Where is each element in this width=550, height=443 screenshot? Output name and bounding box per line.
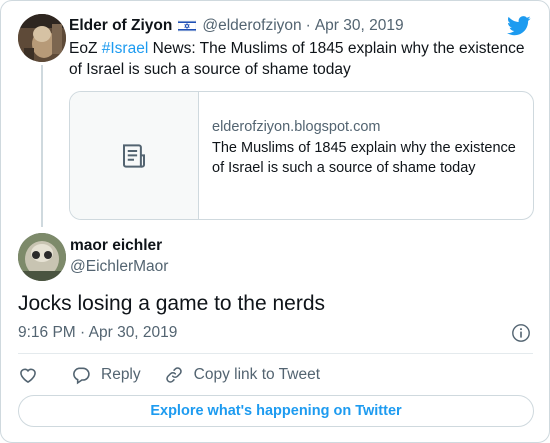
link-card-domain: elderofziyon.blogspot.com (212, 119, 381, 135)
main-author-avatar[interactable] (18, 233, 66, 281)
parent-tweet-text: EoZ #Israel News: The Muslims of 1845 ex… (69, 38, 531, 80)
copy-link-label: Copy link to Tweet (193, 366, 321, 383)
avatar-image (18, 233, 66, 281)
article-icon (123, 143, 145, 168)
link-chain-icon (165, 367, 182, 383)
twitter-bird-icon[interactable] (507, 16, 531, 36)
heart-icon (20, 368, 36, 384)
tweet-actions: Reply Copy link to Tweet (18, 363, 320, 387)
parent-author-handle[interactable]: @elderofziyon (202, 17, 301, 35)
parent-tweet-date[interactable]: Apr 30, 2019 (315, 17, 404, 35)
parent-author-avatar[interactable] (18, 14, 66, 62)
reply-button[interactable]: Reply (71, 365, 141, 385)
separator-dot: · (305, 17, 311, 34)
link-card-title: The Muslims of 1845 explain why the exis… (212, 140, 516, 176)
main-tweet-text: Jocks losing a game to the nerds (18, 292, 326, 315)
copy-link-button[interactable]: Copy link to Tweet (164, 365, 320, 385)
like-button[interactable] (18, 365, 38, 385)
parent-tweet-header: Elder of Ziyon @elderofziyon · Apr 30, 2… (69, 15, 404, 37)
divider (18, 353, 533, 354)
avatar-image (18, 14, 66, 62)
info-icon[interactable] (511, 323, 531, 343)
hashtag-link[interactable]: #Israel (102, 40, 149, 57)
link-card-media (70, 92, 199, 219)
parent-author-name[interactable]: Elder of Ziyon (69, 17, 172, 35)
israel-flag-icon (178, 20, 197, 32)
link-preview-card[interactable]: elderofziyon.blogspot.com The Muslims of… (69, 91, 534, 220)
main-author-handle[interactable]: @EichlerMaor (70, 258, 168, 276)
explore-twitter-button[interactable]: Explore what's happening on Twitter (18, 395, 534, 427)
reply-label: Reply (101, 366, 141, 383)
tweet-timestamp[interactable]: 9:16 PM · Apr 30, 2019 (18, 324, 177, 342)
link-card-body: elderofziyon.blogspot.com The Muslims of… (199, 92, 533, 219)
tweet-embed-card: Elder of Ziyon @elderofziyon · Apr 30, 2… (0, 0, 550, 443)
reply-bubble-icon (73, 367, 90, 385)
main-author-name[interactable]: maor eichler (70, 237, 162, 255)
tweet-text-prefix: EoZ (69, 40, 102, 57)
thread-connector-line (41, 65, 43, 227)
